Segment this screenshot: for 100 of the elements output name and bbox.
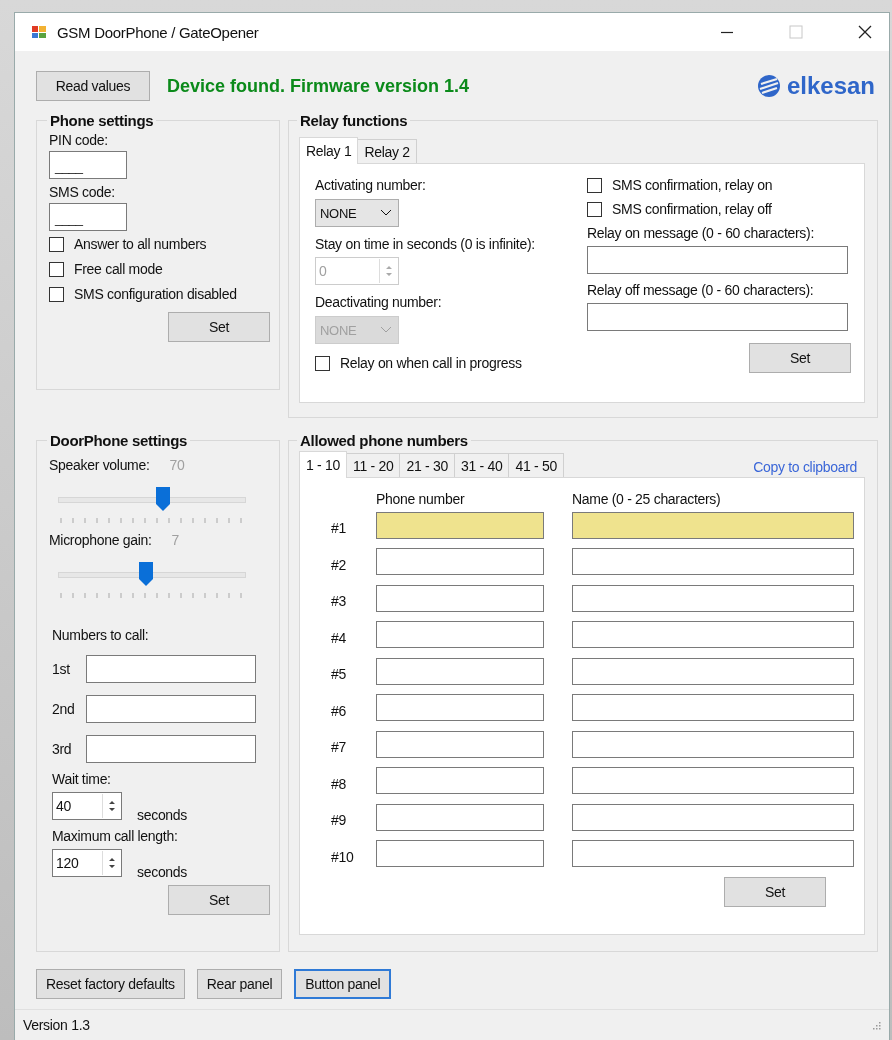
row-label: #2	[330, 555, 347, 573]
phone-field[interactable]	[376, 621, 544, 649]
phone-field[interactable]	[376, 657, 544, 685]
phone-field[interactable]	[86, 695, 256, 723]
checkbox-label: Free call mode	[74, 261, 163, 277]
field-label: PIN code:	[49, 132, 109, 148]
set-button[interactable]: Set	[168, 312, 270, 342]
field-label: 3rd	[52, 741, 73, 757]
logo-text: elkesan	[786, 72, 875, 100]
field-label: Wait time:	[52, 771, 112, 787]
panel-button[interactable]: Rear panel	[196, 969, 283, 999]
checkbox[interactable]	[587, 177, 602, 193]
phone-field[interactable]	[376, 584, 544, 612]
checkbox[interactable]	[49, 236, 64, 252]
name-field[interactable]	[572, 584, 854, 612]
phone-field[interactable]	[376, 840, 544, 868]
checkbox-label: SMS confirmation, relay on	[612, 177, 773, 193]
code-field[interactable]: ____	[49, 203, 127, 231]
slider-thumb[interactable]	[156, 487, 171, 511]
tab[interactable]: Relay 1	[299, 137, 359, 164]
unit-label: seconds	[137, 864, 188, 880]
field-label: Relay on message (0 - 60 characters):	[587, 225, 815, 241]
phone-field[interactable]	[376, 511, 544, 539]
name-field[interactable]	[572, 657, 854, 685]
slider-reading: 70	[169, 457, 185, 473]
name-field[interactable]	[572, 694, 854, 722]
slider-label: Microphone gain:	[49, 532, 152, 548]
panel-button[interactable]: Button panel	[294, 969, 392, 999]
copy-link[interactable]: Copy to clipboard	[753, 459, 857, 475]
field-label: SMS code:	[49, 184, 116, 200]
tab[interactable]: 41 - 50	[508, 453, 564, 477]
row-label: #6	[330, 701, 347, 719]
field-label: Stay on time in seconds (0 is infinite):	[315, 236, 536, 252]
slider-reading: 7	[171, 532, 180, 548]
resize-grip-icon	[871, 1020, 881, 1030]
unit-label: seconds	[137, 807, 188, 823]
phone-field[interactable]	[86, 655, 256, 683]
set-button[interactable]: Set	[168, 885, 270, 915]
message-field[interactable]	[587, 303, 848, 331]
checkbox[interactable]	[49, 286, 64, 302]
checkbox-label: SMS confirmation, relay off	[612, 201, 772, 217]
column-header: Phone number	[376, 491, 466, 507]
name-field[interactable]	[572, 548, 854, 576]
message-field[interactable]	[587, 246, 848, 274]
column-header: Name (0 - 25 characters)	[572, 491, 721, 507]
row-label: #5	[330, 665, 347, 683]
phone-field[interactable]	[376, 694, 544, 722]
name-field[interactable]	[572, 803, 854, 831]
name-field[interactable]	[572, 621, 854, 649]
row-label: #3	[330, 592, 347, 610]
read-values-button[interactable]: Read values	[36, 71, 150, 101]
phone-field[interactable]	[86, 735, 256, 763]
set-button[interactable]: Set	[724, 877, 826, 907]
number-dropdown[interactable]: NONE	[315, 199, 399, 227]
close-icon[interactable]	[857, 24, 873, 40]
slider-thumb[interactable]	[139, 562, 154, 586]
field-label: Activating number:	[315, 177, 427, 193]
caret-icon	[380, 209, 392, 217]
name-field[interactable]	[572, 840, 854, 868]
row-label: #7	[330, 738, 347, 756]
name-field[interactable]	[572, 511, 854, 539]
checkbox[interactable]	[587, 201, 602, 217]
field-label: Numbers to call:	[52, 627, 150, 643]
app-icon	[31, 24, 47, 40]
field-label: Deactivating number:	[315, 294, 443, 310]
slider-label: Speaker volume:	[49, 457, 150, 473]
phone-field[interactable]	[376, 730, 544, 758]
version-text: Version 1.3	[23, 1017, 90, 1033]
field-label: 2nd	[52, 701, 76, 717]
caret-icon	[380, 326, 392, 334]
window-title: GSM DoorPhone / GateOpener	[57, 23, 259, 41]
row-label: #8	[330, 774, 347, 792]
set-button[interactable]: Set	[749, 343, 851, 373]
row-label: #10	[330, 847, 355, 865]
phone-field[interactable]	[376, 803, 544, 831]
checkbox-label: Answer to all numbers	[74, 236, 207, 252]
group-title: Allowed phone numbers	[299, 432, 469, 449]
checkbox-label: SMS configuration disabled	[74, 286, 237, 302]
tab[interactable]: 1 - 10	[299, 451, 347, 478]
row-label: #1	[330, 519, 347, 537]
group-title: DoorPhone settings	[49, 432, 189, 449]
name-field[interactable]	[572, 767, 854, 795]
phone-field[interactable]	[376, 767, 544, 795]
field-label: 1st	[52, 661, 71, 677]
checkbox[interactable]	[49, 261, 64, 277]
tab[interactable]: Relay 2	[357, 139, 417, 163]
seconds-spinner[interactable]: 40	[52, 792, 122, 820]
row-label: #4	[330, 628, 347, 646]
panel-button[interactable]: Reset factory defaults	[36, 969, 185, 999]
checkbox-label: Relay on when call in progress	[340, 355, 522, 371]
logo-icon	[756, 74, 781, 98]
field-label: Maximum call length:	[52, 828, 179, 844]
row-label: #9	[330, 811, 347, 829]
seconds-spinner[interactable]: 120	[52, 849, 122, 877]
checkbox[interactable]	[315, 355, 330, 371]
phone-field[interactable]	[376, 548, 544, 576]
code-field[interactable]: ____	[49, 151, 127, 179]
name-field[interactable]	[572, 730, 854, 758]
group-title: Relay functions	[299, 112, 409, 129]
status-message: Device found. Firmware version 1.4	[167, 75, 470, 97]
